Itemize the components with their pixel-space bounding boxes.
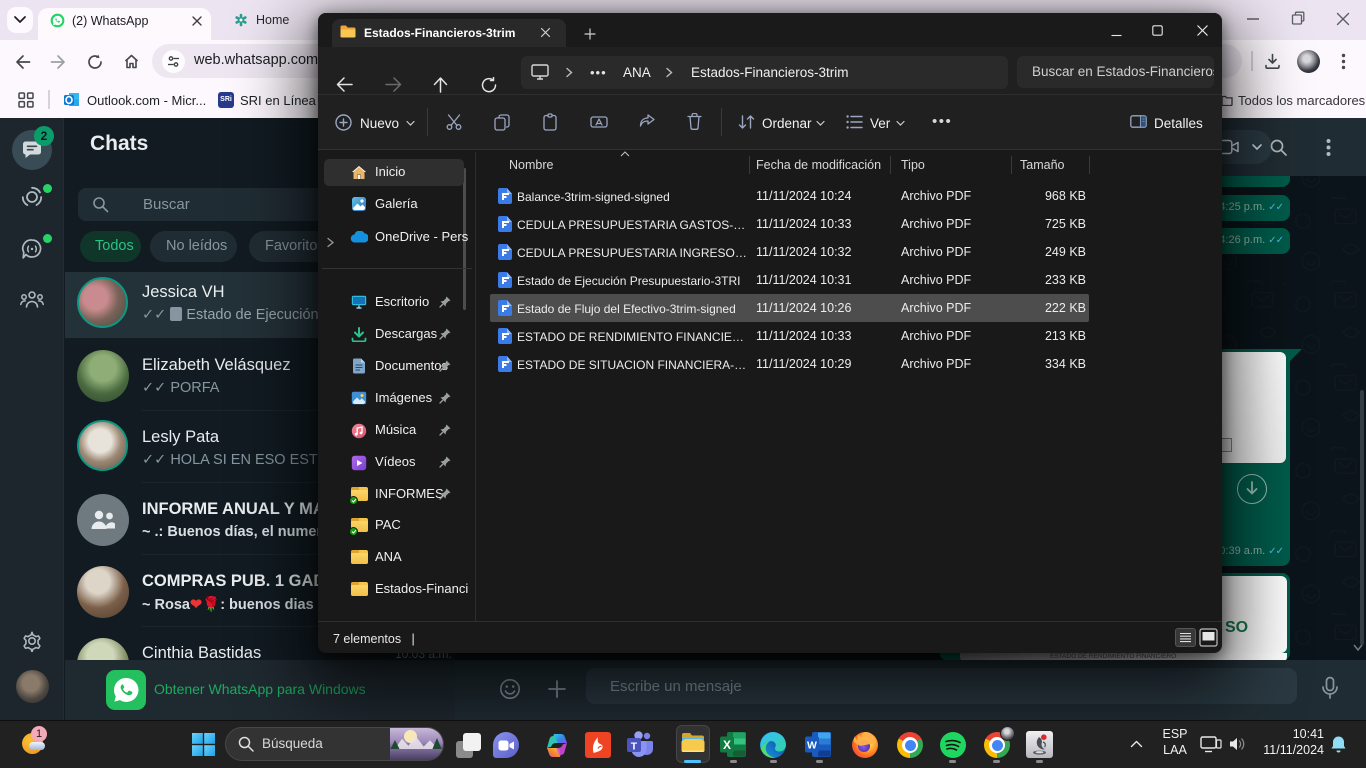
svg-text:X: X [723, 738, 731, 752]
svg-text:T: T [631, 741, 638, 753]
svg-text:W: W [807, 740, 817, 752]
